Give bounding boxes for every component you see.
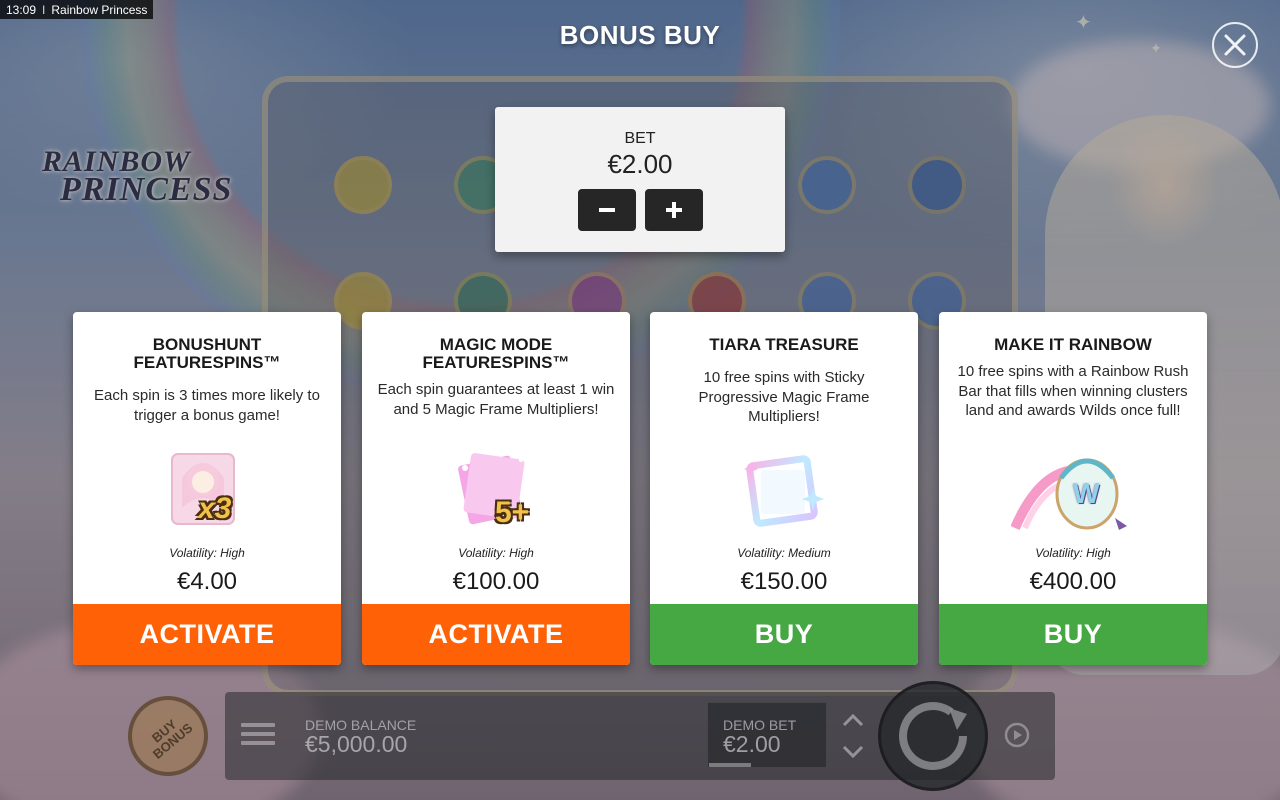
- bonus-card-make-it-rainbow: MAKE IT RAINBOW 10 free spins with a Rai…: [939, 312, 1207, 665]
- bet-level-indicator: [709, 763, 751, 767]
- card-volatility: Volatility: High: [458, 546, 534, 560]
- tiara-frame-art-icon: [739, 448, 829, 538]
- close-icon: [1224, 34, 1246, 56]
- app-title: Rainbow Princess: [51, 2, 148, 17]
- modal-title: BONUS BUY: [559, 20, 721, 50]
- card-price: €100.00: [452, 568, 540, 595]
- card-price: €4.00: [176, 568, 238, 595]
- card-description: Each spin guarantees at least 1 win and …: [377, 381, 615, 418]
- bonus-card-bonushunt: BONUSHUNT FEATURESPINS™ Each spin is 3 t…: [73, 312, 341, 665]
- magic-frame-art-icon: 5+: [451, 448, 541, 538]
- bet-label: BET: [624, 130, 656, 147]
- chevron-down-icon: [842, 745, 864, 759]
- card-volatility: Volatility: High: [169, 546, 245, 560]
- card-description: 10 free spins with a Rainbow Rush Bar th…: [957, 363, 1189, 419]
- demo-bet-value: €2.00: [723, 731, 781, 757]
- autoplay-icon[interactable]: [1000, 718, 1034, 752]
- bet-adjust-arrows[interactable]: [838, 709, 868, 763]
- increase-bet-button[interactable]: [644, 189, 703, 231]
- bet-panel: BET €2.00: [495, 107, 785, 252]
- hamburger-menu-icon[interactable]: [241, 718, 275, 752]
- activate-magic-mode-button[interactable]: ACTIVATE: [362, 604, 630, 665]
- status-separator: I: [42, 2, 46, 17]
- bonus-card-tiara-treasure: TIARA TREASURE 10 free spins with Sticky…: [650, 312, 918, 665]
- spin-arrow-icon: [899, 702, 967, 770]
- card-description: Each spin is 3 times more likely to trig…: [94, 387, 320, 424]
- card-description: 10 free spins with Sticky Progressive Ma…: [698, 369, 870, 425]
- buy-bonus-label: BUY BONUS: [148, 716, 195, 762]
- multiplier-badge: 5+: [495, 496, 530, 529]
- decrease-bet-button[interactable]: [577, 189, 636, 231]
- buy-make-it-rainbow-button[interactable]: BUY: [939, 604, 1207, 665]
- card-title: TIARA TREASURE: [709, 335, 859, 354]
- buy-tiara-treasure-button[interactable]: BUY: [650, 604, 918, 665]
- wild-badge: W: [1073, 478, 1100, 509]
- bet-value: €2.00: [607, 149, 673, 179]
- bet-stepper: [495, 189, 785, 231]
- plus-icon: [665, 202, 682, 218]
- card-title: MAKE IT RAINBOW: [994, 335, 1152, 354]
- status-bar: 13:09 I Rainbow Princess: [0, 0, 154, 19]
- multiplier-badge: x3: [198, 492, 232, 525]
- bonus-card-magic-mode: MAGIC MODE FEATURESPINS™ Each spin guara…: [362, 312, 630, 665]
- card-price: €400.00: [1029, 568, 1117, 595]
- clock-time: 13:09: [6, 2, 37, 17]
- spin-button[interactable]: [878, 681, 988, 791]
- rainbow-wild-art-icon: W: [1010, 448, 1135, 538]
- buy-bonus-button[interactable]: BUY BONUS: [128, 696, 208, 776]
- bonushunt-art-icon: x3: [162, 448, 252, 538]
- card-title: BONUSHUNT FEATURESPINS™: [133, 335, 281, 372]
- minus-icon: [598, 208, 615, 212]
- card-title: MAGIC MODE FEATURESPINS™: [422, 335, 570, 372]
- close-button[interactable]: [1212, 22, 1258, 68]
- balance-value: €5,000.00: [305, 731, 408, 757]
- chevron-up-icon: [842, 713, 864, 727]
- card-volatility: Volatility: Medium: [737, 546, 831, 560]
- activate-bonushunt-button[interactable]: ACTIVATE: [73, 604, 341, 665]
- card-price: €150.00: [740, 568, 828, 595]
- card-volatility: Volatility: High: [1035, 546, 1111, 560]
